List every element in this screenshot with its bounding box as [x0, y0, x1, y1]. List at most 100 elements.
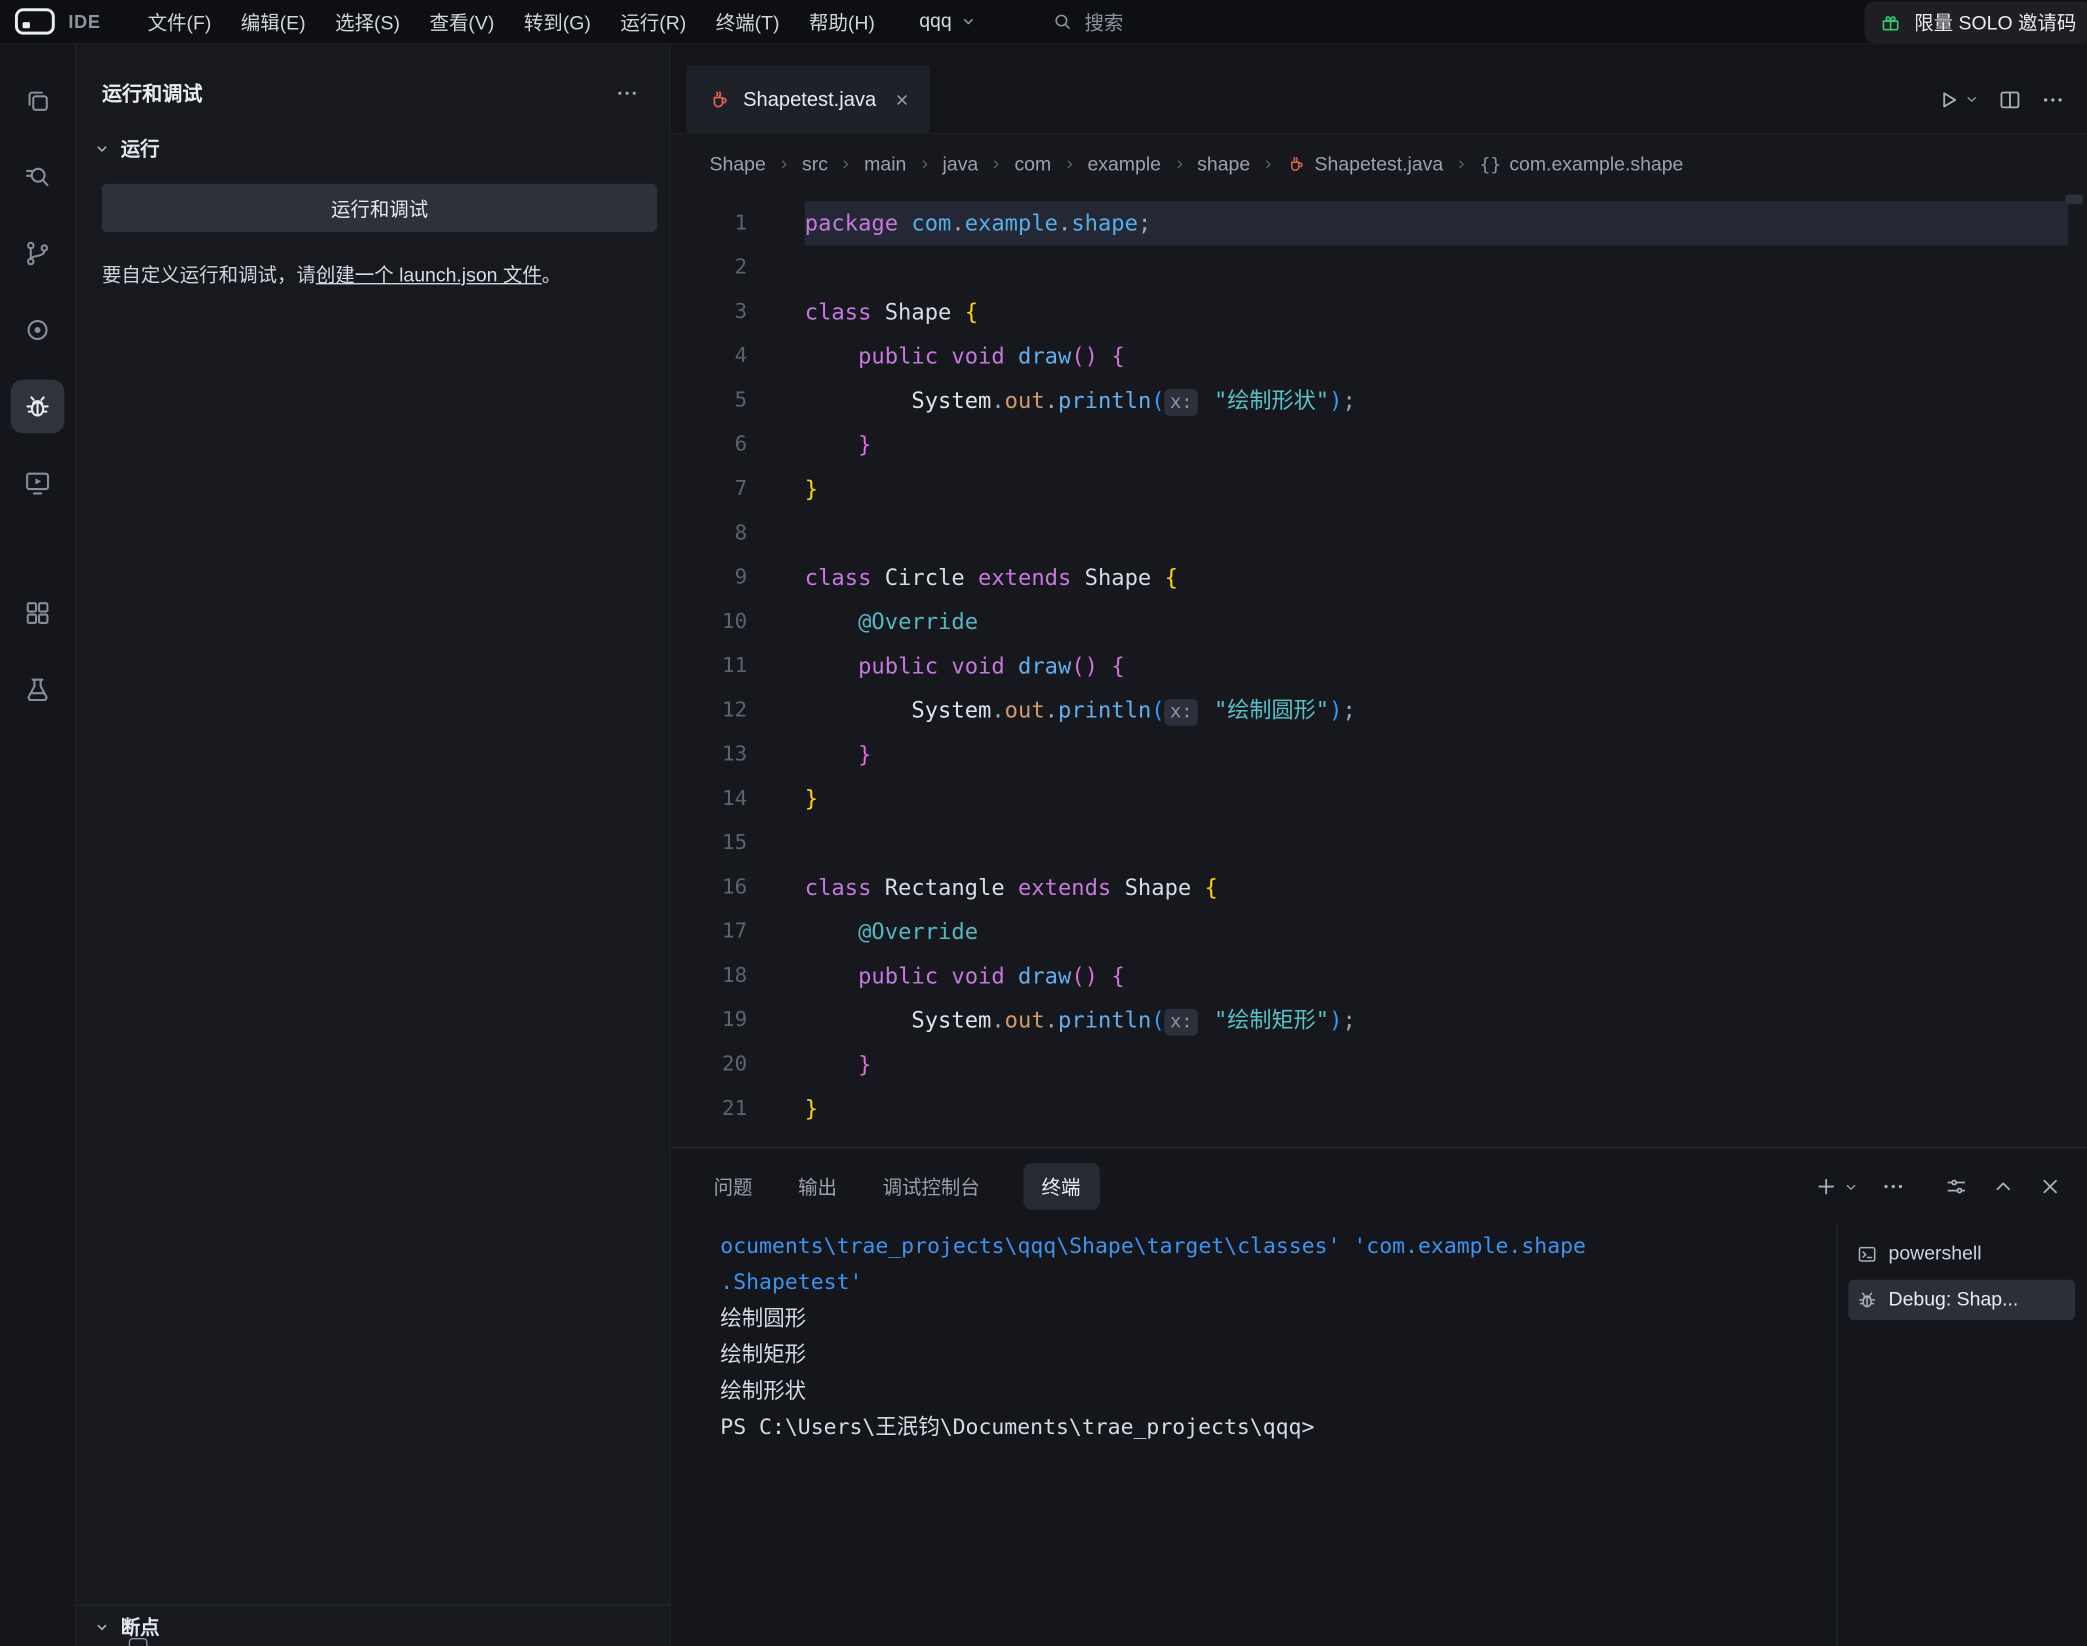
code-line-19[interactable]: 19 System.out.println(x: "绘制矩形");	[671, 998, 2087, 1042]
line-number[interactable]: 9	[671, 555, 747, 599]
breadcrumb-item[interactable]: {}com.example.shape	[1479, 154, 1683, 175]
extensions-icon[interactable]	[11, 586, 65, 640]
more-actions-icon[interactable]	[1881, 1174, 1906, 1199]
code-line-4[interactable]: 4 public void draw() {	[671, 334, 2087, 378]
run-nav-icon[interactable]	[11, 303, 65, 357]
more-actions-icon[interactable]	[614, 80, 639, 105]
explorer-copy-icon[interactable]	[11, 74, 65, 128]
line-number[interactable]: 3	[671, 290, 747, 334]
breadcrumb-item[interactable]: src	[802, 154, 828, 175]
close-panel-icon[interactable]	[2037, 1174, 2062, 1199]
code-line-5[interactable]: 5 System.out.println(x: "绘制形状");	[671, 378, 2087, 422]
line-number[interactable]: 15	[671, 821, 747, 865]
menu-item-3[interactable]: 选择(S)	[320, 0, 414, 43]
code-line-1[interactable]: 1package com.example.shape;	[671, 201, 2087, 245]
editor-scrollbar[interactable]	[2066, 195, 2083, 204]
line-number[interactable]: 12	[671, 688, 747, 732]
line-number[interactable]: 1	[671, 201, 747, 245]
breadcrumb-item[interactable]: com	[1014, 154, 1051, 175]
terminal-session[interactable]: powershell	[1848, 1234, 2075, 1274]
solo-invite-badge[interactable]: 限量 SOLO 邀请码	[1865, 1, 2087, 43]
breadcrumb-item[interactable]: example	[1087, 154, 1161, 175]
breadcrumb-item[interactable]: shape	[1197, 154, 1250, 175]
source-control-icon[interactable]	[11, 227, 65, 281]
code-line-10[interactable]: 10 @Override	[671, 600, 2087, 644]
chevron-down-icon[interactable]	[1964, 91, 1980, 107]
create-launch-json-link[interactable]: 创建一个 launch.json 文件	[316, 266, 542, 287]
breadcrumb-item[interactable]: Shape	[710, 154, 766, 175]
code-editor[interactable]: 1package com.example.shape;23class Shape…	[671, 195, 2087, 1147]
line-number[interactable]: 5	[671, 378, 747, 422]
search-icon[interactable]	[11, 150, 65, 204]
remote-monitor-icon[interactable]	[11, 456, 65, 510]
panel-tab-item[interactable]: 调试控制台	[880, 1163, 983, 1210]
code-line-9[interactable]: 9class Circle extends Shape {	[671, 555, 2087, 599]
line-number[interactable]: 13	[671, 732, 747, 776]
menu-item-1[interactable]: 文件(F)	[133, 0, 226, 43]
code-line-11[interactable]: 11 public void draw() {	[671, 644, 2087, 688]
close-tab-icon[interactable]	[894, 91, 911, 108]
code-line-16[interactable]: 16class Rectangle extends Shape {	[671, 865, 2087, 909]
code-line-12[interactable]: 12 System.out.println(x: "绘制圆形");	[671, 688, 2087, 732]
tab-shapetest-java[interactable]: Shapetest.java	[687, 66, 930, 133]
more-actions-icon[interactable]	[2040, 87, 2065, 112]
code-line-6[interactable]: 6 }	[671, 423, 2087, 467]
line-number[interactable]: 17	[671, 910, 747, 954]
code-line-7[interactable]: 7}	[671, 467, 2087, 511]
menu-item-5[interactable]: 转到(G)	[509, 0, 605, 43]
run-section-header[interactable]: 运行	[76, 107, 669, 162]
breadcrumb-item[interactable]: java	[943, 154, 979, 175]
line-number[interactable]: 6	[671, 423, 747, 467]
panel-tab-active[interactable]: 终端	[1023, 1163, 1099, 1210]
breakpoints-section-header[interactable]: 断点	[94, 1612, 669, 1640]
code-line-3[interactable]: 3class Shape {	[671, 290, 2087, 334]
code-line-21[interactable]: 21}	[671, 1087, 2087, 1131]
menu-item-7[interactable]: 终端(T)	[701, 0, 794, 43]
split-editor-icon[interactable]	[1997, 87, 2022, 112]
line-number[interactable]: 4	[671, 334, 747, 378]
menu-item-6[interactable]: 运行(R)	[606, 0, 701, 43]
new-terminal-icon[interactable]	[1813, 1174, 1838, 1199]
line-number[interactable]: 7	[671, 467, 747, 511]
line-number[interactable]: 18	[671, 954, 747, 998]
menu-item-2[interactable]: 编辑(E)	[226, 0, 320, 43]
terminal-views-icon[interactable]	[1944, 1174, 1969, 1199]
line-number[interactable]: 11	[671, 644, 747, 688]
code-line-8[interactable]: 8	[671, 511, 2087, 555]
menu-item-8[interactable]: 帮助(H)	[794, 0, 889, 43]
terminal-session[interactable]: Debug: Shap...	[1848, 1280, 2075, 1320]
code-line-2[interactable]: 2	[671, 245, 2087, 289]
terminal-output[interactable]: ocuments\trae_projects\qqq\Shape\target\…	[671, 1225, 1837, 1646]
global-search[interactable]: 搜索	[1051, 7, 1123, 35]
run-file-icon[interactable]	[1935, 87, 1960, 112]
code-line-17[interactable]: 17 @Override	[671, 910, 2087, 954]
panel-tab-item[interactable]: 问题	[711, 1163, 755, 1210]
breadcrumb-item[interactable]: main	[864, 154, 906, 175]
code-line-14[interactable]: 14}	[671, 777, 2087, 821]
code-line-20[interactable]: 20 }	[671, 1042, 2087, 1086]
run-debug-icon[interactable]	[11, 380, 65, 434]
hint-suffix: 。	[542, 266, 561, 287]
line-number[interactable]: 20	[671, 1042, 747, 1086]
code-line-13[interactable]: 13 }	[671, 732, 2087, 776]
line-number[interactable]: 16	[671, 865, 747, 909]
testing-icon[interactable]	[11, 663, 65, 717]
line-number[interactable]: 8	[671, 511, 747, 555]
line-number[interactable]: 2	[671, 245, 747, 289]
breakpoint-checkbox[interactable]	[129, 1638, 148, 1646]
code-line-18[interactable]: 18 public void draw() {	[671, 954, 2087, 998]
panel-tab-item[interactable]: 输出	[795, 1163, 839, 1210]
line-number[interactable]: 14	[671, 777, 747, 821]
menu-item-4[interactable]: 查看(V)	[415, 0, 509, 43]
app-logo[interactable]: IDE	[13, 7, 100, 37]
run-debug-button[interactable]: 运行和调试	[102, 184, 657, 232]
line-number[interactable]: 10	[671, 600, 747, 644]
maximize-panel-icon[interactable]	[1990, 1174, 2015, 1199]
line-number[interactable]: 21	[671, 1087, 747, 1131]
line-number[interactable]: 19	[671, 998, 747, 1042]
chevron-down-icon[interactable]	[1843, 1179, 1859, 1195]
code-line-15[interactable]: 15	[671, 821, 2087, 865]
breadcrumb-item[interactable]: Shapetest.java	[1286, 154, 1443, 175]
java-file-icon	[1286, 154, 1306, 174]
project-switcher[interactable]: qqq	[919, 11, 976, 32]
